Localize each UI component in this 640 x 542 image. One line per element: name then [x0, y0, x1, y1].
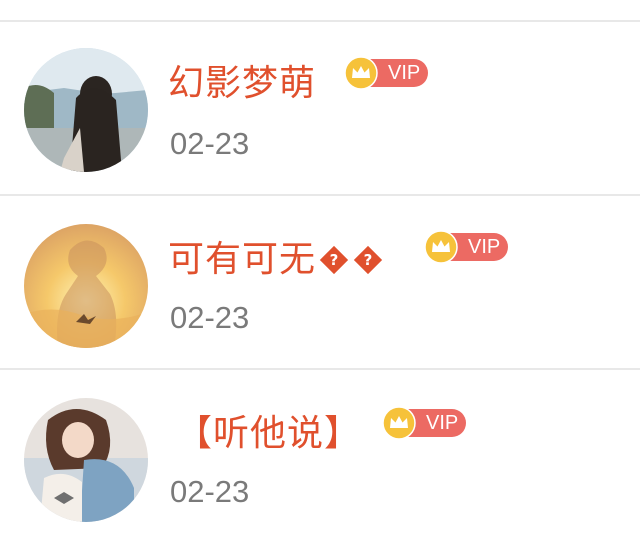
- crown-icon: [424, 230, 458, 264]
- username[interactable]: 【听他说】: [176, 404, 361, 456]
- username-line: 幻影梦萌: [168, 50, 316, 110]
- crown-icon: [382, 406, 416, 440]
- comment-item[interactable]: 【听他说】 VIP 02-23: [0, 370, 640, 542]
- crown-icon: [344, 56, 378, 90]
- vip-badge[interactable]: VIP: [424, 230, 509, 264]
- username[interactable]: 可有可无: [168, 230, 316, 282]
- comment-date: 02-23: [170, 474, 250, 509]
- comment-list: 幻影梦萌 VIP 02-23 可有可无 ? ? VIP 02-23 【听他说】 …: [0, 0, 640, 542]
- username[interactable]: 幻影梦萌: [168, 54, 316, 106]
- avatar-image: [24, 48, 148, 172]
- unknown-char-icon: ?: [353, 245, 383, 275]
- avatar[interactable]: [24, 398, 148, 522]
- avatar[interactable]: [24, 48, 148, 172]
- vip-badge[interactable]: VIP: [382, 406, 467, 440]
- comment-item[interactable]: 可有可无 ? ? VIP 02-23: [0, 196, 640, 368]
- username-line: 【听他说】: [176, 400, 361, 460]
- unknown-char-icon: ?: [319, 245, 349, 275]
- avatar[interactable]: [24, 224, 148, 348]
- avatar-image: [24, 224, 148, 348]
- avatar-image: [24, 398, 148, 522]
- comment-date: 02-23: [170, 300, 250, 335]
- comment-date: 02-23: [170, 126, 250, 161]
- comment-item[interactable]: 幻影梦萌 VIP 02-23: [0, 22, 640, 194]
- vip-badge[interactable]: VIP: [344, 56, 429, 90]
- username-line: 可有可无 ? ?: [168, 226, 384, 286]
